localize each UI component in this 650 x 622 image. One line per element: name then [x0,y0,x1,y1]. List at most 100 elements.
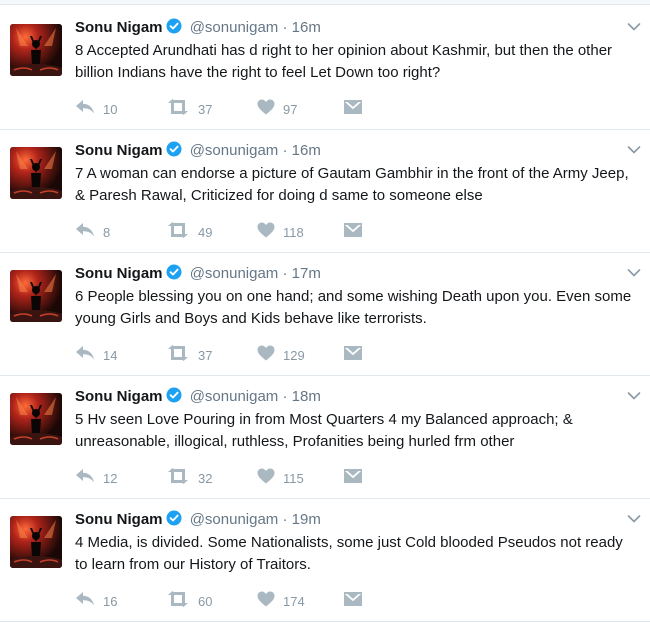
timestamp[interactable]: 16m [292,19,321,36]
chevron-down-icon[interactable] [626,265,642,281]
reply-count: 14 [103,347,118,363]
avatar[interactable] [10,393,62,445]
chevron-down-icon[interactable] [626,19,642,35]
chevron-down-icon[interactable] [626,142,642,158]
tweet[interactable]: Sonu Nigam @sonunigam · 18m 5 Hv seen Lo… [0,376,650,499]
reply-button[interactable]: 14 [75,345,117,365]
reply-button[interactable]: 12 [75,468,117,488]
retweet-button[interactable]: 49 [166,221,213,243]
avatar-image [10,393,62,445]
chevron-down-icon[interactable] [626,388,642,404]
like-button[interactable]: 129 [257,345,305,365]
display-name[interactable]: Sonu Nigam [75,511,163,528]
username[interactable]: @sonunigam [190,19,279,36]
avatar[interactable] [10,147,62,199]
retweet-count: 49 [198,224,213,240]
heart-icon [257,345,275,366]
direct-message-button[interactable] [343,345,363,365]
avatar[interactable] [10,516,62,568]
avatar-image [10,147,62,199]
retweet-button[interactable]: 37 [166,98,213,120]
separator: · [282,511,288,528]
retweet-button[interactable]: 60 [166,590,213,612]
tweet-header: Sonu Nigam @sonunigam · 16m [75,18,321,38]
timestamp[interactable]: 17m [292,265,321,282]
heart-icon [257,99,275,120]
retweet-button[interactable]: 32 [166,467,213,489]
envelope-icon [343,99,363,120]
like-button[interactable]: 118 [257,222,304,242]
reply-count: 12 [103,470,118,486]
reply-icon [75,222,95,243]
avatar[interactable] [10,270,62,322]
direct-message-button[interactable] [343,99,363,119]
retweet-icon [166,221,190,243]
retweet-icon [166,98,190,120]
like-count: 97 [283,101,298,117]
timestamp[interactable]: 19m [292,511,321,528]
username[interactable]: @sonunigam [190,265,279,282]
avatar-image [10,270,62,322]
heart-icon [257,591,275,612]
separator: · [282,19,288,36]
verified-badge-icon [166,264,182,286]
reply-icon [75,345,95,366]
like-button[interactable]: 174 [257,591,305,611]
tweet[interactable]: Sonu Nigam @sonunigam · 19m 4 Media, is … [0,499,650,622]
like-button[interactable]: 115 [257,468,304,488]
tweet-text: 8 Accepted Arundhati has d right to her … [75,42,613,81]
display-name[interactable]: Sonu Nigam [75,142,163,159]
top-edge [0,0,650,5]
timestamp[interactable]: 18m [292,388,321,405]
like-button[interactable]: 97 [257,99,297,119]
tweet-header: Sonu Nigam @sonunigam · 17m [75,264,321,284]
tweet[interactable]: Sonu Nigam @sonunigam · 16m 7 A woman ca… [0,130,650,253]
retweet-count: 37 [198,101,213,117]
display-name[interactable]: Sonu Nigam [75,388,163,405]
username[interactable]: @sonunigam [190,142,279,159]
direct-message-button[interactable] [343,468,363,488]
retweet-count: 60 [198,593,213,609]
verified-badge-icon [166,18,182,40]
username[interactable]: @sonunigam [190,388,279,405]
display-name[interactable]: Sonu Nigam [75,19,163,36]
direct-message-button[interactable] [343,591,363,611]
envelope-icon [343,222,363,243]
verified-badge-icon [166,141,182,163]
retweet-button[interactable]: 37 [166,344,213,366]
reply-icon [75,99,95,120]
reply-button[interactable]: 10 [75,99,117,119]
username[interactable]: @sonunigam [190,511,279,528]
display-name[interactable]: Sonu Nigam [75,265,163,282]
retweet-icon [166,590,190,612]
retweet-icon [166,344,190,366]
envelope-icon [343,591,363,612]
chevron-down-icon[interactable] [626,511,642,527]
tweet-header: Sonu Nigam @sonunigam · 19m [75,510,321,530]
retweet-count: 32 [198,470,213,486]
like-count: 115 [283,470,304,486]
envelope-icon [343,468,363,489]
envelope-icon [343,345,363,366]
retweet-icon [166,467,190,489]
verified-badge-icon [166,387,182,409]
avatar-image [10,516,62,568]
direct-message-button[interactable] [343,222,363,242]
reply-icon [75,591,95,612]
separator: · [282,388,288,405]
separator: · [282,142,288,159]
separator: · [282,265,288,282]
verified-badge-icon [166,510,182,532]
timestamp[interactable]: 16m [292,142,321,159]
avatar[interactable] [10,24,62,76]
reply-count: 10 [103,101,118,117]
like-count: 174 [283,593,305,609]
reply-button[interactable]: 16 [75,591,117,611]
reply-button[interactable]: 8 [75,222,110,242]
retweet-count: 37 [198,347,213,363]
tweet-header: Sonu Nigam @sonunigam · 16m [75,141,321,161]
reply-icon [75,468,95,489]
tweet[interactable]: Sonu Nigam @sonunigam · 16m 8 Accepted A… [0,7,650,130]
reply-count: 16 [103,593,118,609]
tweet[interactable]: Sonu Nigam @sonunigam · 17m 6 People ble… [0,253,650,376]
